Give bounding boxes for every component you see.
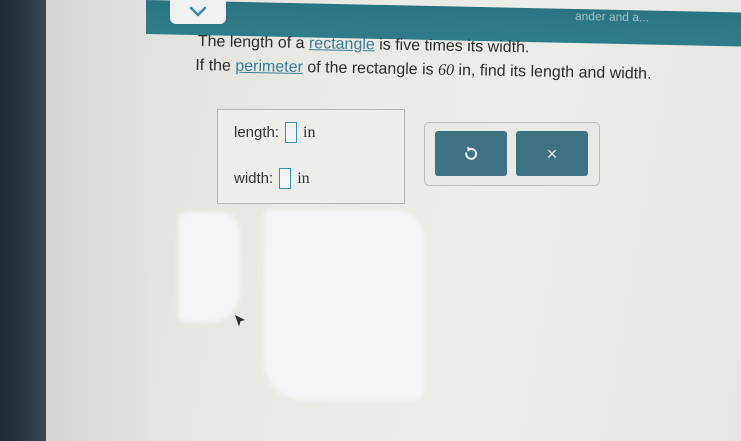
action-panel: × (424, 122, 600, 186)
header-partial-text: ander and a... (574, 8, 649, 25)
perimeter-value: 60 (437, 61, 455, 79)
length-input[interactable] (285, 122, 298, 143)
width-row: width: in (234, 168, 310, 189)
problem-statement: The length of a rectangle is five times … (195, 30, 698, 88)
width-label: width: (234, 170, 274, 187)
undo-button[interactable] (435, 131, 507, 176)
rectangle-link[interactable]: rectangle (309, 35, 375, 53)
close-icon: × (546, 143, 558, 164)
length-row: length: in (234, 122, 316, 143)
width-input[interactable] (279, 168, 292, 189)
mouse-cursor-icon (235, 315, 245, 327)
monitor-bezel (0, 0, 46, 441)
length-label: length: (234, 124, 280, 141)
clear-button[interactable]: × (516, 131, 588, 176)
answer-box: length: in width: in (217, 109, 405, 204)
perimeter-link[interactable]: perimeter (235, 58, 303, 76)
length-unit: in (303, 123, 316, 141)
collapse-toggle[interactable] (170, 0, 226, 24)
chevron-down-icon (189, 6, 207, 17)
width-unit: in (297, 169, 310, 187)
screen-glare (178, 212, 240, 322)
screen-glare (264, 210, 424, 400)
undo-icon (465, 146, 478, 160)
left-panel (46, 0, 146, 441)
